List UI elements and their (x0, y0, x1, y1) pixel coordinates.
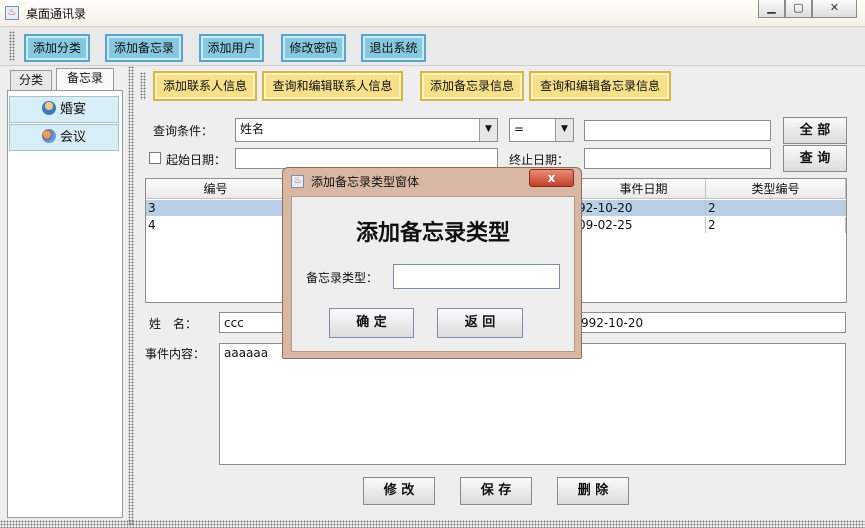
split-pane-divider[interactable] (128, 66, 134, 526)
add-memo-button[interactable]: 添加备忘录 (105, 34, 183, 62)
query-field-select[interactable]: 姓名 ▼ (235, 118, 498, 142)
table-cell-id: 4 (146, 217, 286, 233)
table-cell-id: 3 (146, 200, 286, 216)
event-date-field[interactable]: 992-10-20 (576, 312, 846, 333)
tab-memo[interactable]: 备忘录 (56, 68, 114, 90)
tree-item-wedding[interactable]: 婚宴 (9, 96, 119, 123)
add-memo-type-dialog: ♨ 添加备忘录类型窗体 x 添加备忘录类型 备忘录类型： 确 定 返 回 (282, 167, 582, 359)
end-date-input[interactable] (584, 148, 771, 169)
window-titlebar (0, 0, 865, 26)
tab-category[interactable]: 分类 (10, 70, 52, 90)
tree-item-label: 婚宴 (60, 102, 87, 117)
subtoolbar-grip[interactable] (140, 72, 146, 100)
exit-system-button[interactable]: 退出系统 (361, 34, 426, 62)
close-window-button[interactable]: ✕ (812, 0, 857, 18)
confirm-button[interactable]: 确 定 (329, 308, 414, 338)
query-condition-label: 查询条件： (153, 124, 214, 138)
dialog-title: 添加备忘录类型窗体 (311, 175, 420, 189)
add-category-button[interactable]: 添加分类 (24, 34, 90, 62)
operator-value: = (514, 122, 525, 136)
save-button[interactable]: 保 存 (460, 477, 532, 505)
memo-type-input[interactable] (393, 264, 560, 289)
chevron-down-icon[interactable]: ▼ (479, 119, 497, 141)
java-app-icon: ♨ (5, 6, 19, 20)
table-cell-date: 09-02-25 (576, 217, 706, 233)
java-app-icon: ♨ (291, 175, 304, 188)
add-user-button[interactable]: 添加用户 (199, 34, 264, 62)
minimize-button[interactable]: ▁ (758, 0, 785, 18)
query-field-value: 姓名 (240, 122, 265, 136)
name-label: 姓 名： (149, 317, 198, 331)
search-button[interactable]: 查 询 (783, 145, 847, 172)
operator-select[interactable]: = ▼ (509, 118, 574, 142)
table-cell-type: 2 (706, 200, 846, 216)
table-cell-type: 2 (706, 217, 846, 233)
back-button[interactable]: 返 回 (437, 308, 523, 338)
change-password-button[interactable]: 修改密码 (281, 34, 346, 62)
query-edit-memo-button[interactable]: 查询和编辑备忘录信息 (529, 71, 671, 101)
chevron-down-icon[interactable]: ▼ (555, 119, 573, 141)
table-header-id[interactable]: 编号 (146, 179, 286, 199)
start-date-checkbox[interactable] (149, 152, 161, 164)
table-header-type[interactable]: 类型编号 (706, 179, 846, 199)
person-icon (42, 101, 56, 115)
event-content-label: 事件内容： (145, 347, 206, 361)
toolbar-grip[interactable] (9, 31, 15, 61)
table-header-date[interactable]: 事件日期 (582, 179, 706, 199)
delete-button[interactable]: 删 除 (557, 477, 629, 505)
add-contact-button[interactable]: 添加联系人信息 (153, 71, 257, 101)
maximize-button[interactable]: ▢ (785, 0, 812, 18)
modify-button[interactable]: 修 改 (363, 477, 435, 505)
group-icon (42, 129, 56, 143)
memo-type-tree (7, 90, 123, 518)
memo-type-label: 备忘录类型： (306, 271, 379, 285)
event-content-textarea[interactable]: aaaaaa (219, 343, 846, 465)
end-date-label: 终止日期： (509, 153, 570, 167)
window-title: 桌面通讯录 (26, 7, 87, 21)
bottom-resize-grip[interactable] (0, 520, 865, 528)
tree-item-meeting[interactable]: 会议 (9, 124, 119, 151)
show-all-button[interactable]: 全 部 (783, 117, 847, 144)
dialog-close-button[interactable]: x (529, 169, 574, 187)
table-cell-date: 92-10-20 (576, 200, 706, 216)
tree-item-label: 会议 (60, 130, 87, 145)
query-value-input[interactable] (584, 120, 771, 141)
query-edit-contact-button[interactable]: 查询和编辑联系人信息 (262, 71, 403, 101)
dialog-heading: 添加备忘录类型 (355, 220, 510, 246)
dialog-body: 添加备忘录类型 备忘录类型： 确 定 返 回 (291, 196, 575, 352)
start-date-label: 起始日期： (166, 153, 227, 167)
add-memo-info-button[interactable]: 添加备忘录信息 (420, 71, 524, 101)
start-date-input[interactable] (235, 148, 498, 169)
